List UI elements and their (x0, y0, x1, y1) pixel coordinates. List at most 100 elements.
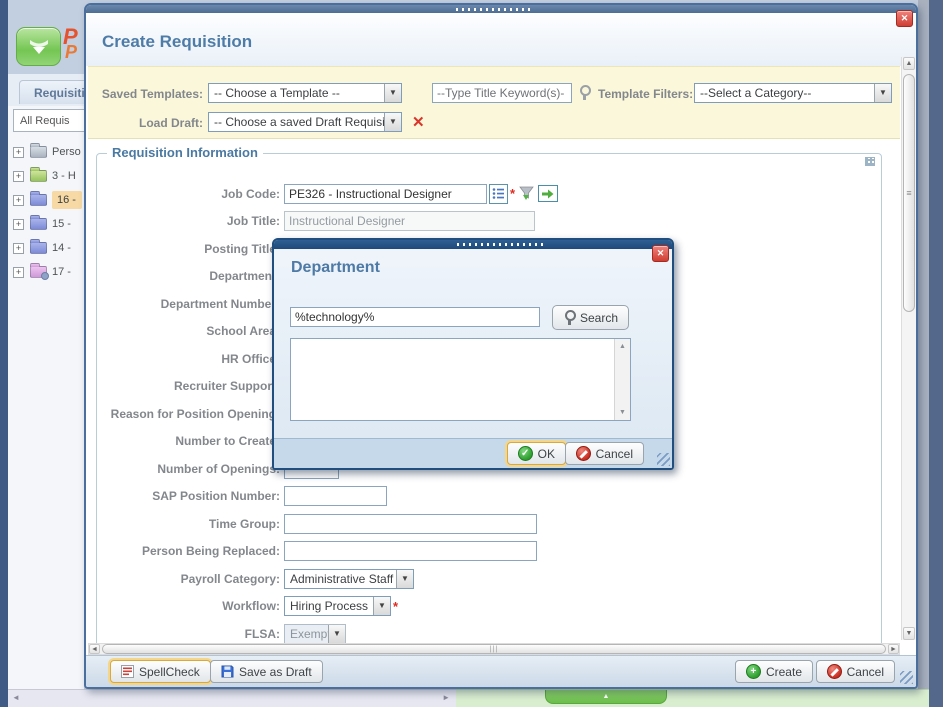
transfer-arrow-icon[interactable] (538, 185, 558, 202)
create-button[interactable]: + Create (735, 660, 813, 683)
form-vertical-scrollbar[interactable]: ▲ ▼ ≡ (901, 57, 916, 640)
page-horizontal-scrollbar[interactable]: ◄ ► (8, 689, 456, 707)
horizontal-scroll-thumb[interactable]: ||| (102, 644, 886, 654)
requisition-filter-select[interactable]: All Requis (13, 109, 84, 132)
field-label: Job Title: (97, 214, 280, 228)
expand-icon[interactable]: + (13, 267, 24, 278)
ok-button[interactable]: ✓ OK (507, 442, 566, 465)
title-keyword-input[interactable] (432, 83, 572, 103)
workflow-select[interactable]: Hiring Process ▼ (284, 596, 391, 616)
dropdown-button[interactable]: ▼ (373, 597, 390, 615)
tree-item-16-selected[interactable]: + 16 - (8, 188, 84, 212)
scroll-down-button[interactable]: ▼ (903, 627, 915, 640)
tab-requisitions[interactable]: Requisiti (19, 80, 84, 104)
field-label: Payroll Category: (97, 572, 280, 586)
dropdown-button[interactable]: ▼ (384, 113, 401, 131)
bottom-panel-strip: ▲ (456, 689, 929, 707)
tree-item-3[interactable]: + 3 - H (8, 164, 84, 188)
load-draft-select[interactable]: -- Choose a saved Draft Requisi ▼ (208, 112, 402, 132)
thumb-grip: ≡ (906, 188, 911, 198)
resize-handle[interactable] (900, 671, 913, 684)
button-label: Search (580, 311, 618, 325)
button-label: SpellCheck (139, 665, 200, 679)
dropdown-button[interactable]: ▼ (396, 570, 413, 588)
brand-logo-fragment: P P (63, 24, 84, 68)
left-arrow-icon: ◄ (91, 646, 98, 653)
spellcheck-icon (121, 665, 134, 678)
form-row-time-group: Time Group: (97, 510, 881, 538)
collapse-panel-button[interactable] (16, 27, 61, 66)
department-results-listbox[interactable]: ▲ ▼ (290, 338, 631, 421)
job-code-input[interactable] (284, 184, 487, 204)
resize-handle[interactable] (657, 453, 670, 466)
tree-item-14[interactable]: + 14 - (8, 236, 84, 260)
scroll-left-icon[interactable]: ◄ (12, 693, 20, 702)
job-title-input (284, 211, 535, 231)
save-as-draft-button[interactable]: Save as Draft (210, 660, 323, 683)
tree-item-15[interactable]: + 15 - (8, 212, 84, 236)
payroll-category-select[interactable]: Administrative Staff ▼ (284, 569, 414, 589)
logo-letter: P (65, 42, 77, 63)
scroll-right-button[interactable]: ► (888, 644, 899, 654)
dropdown-arrow-icon: ▼ (333, 630, 341, 638)
department-dialog: ✕ Department Search ▲ ▼ ✓ OK Cancel (272, 238, 674, 470)
search-icon[interactable] (578, 85, 590, 100)
cancel-button[interactable]: Cancel (816, 660, 895, 683)
scroll-left-button[interactable]: ◄ (89, 644, 100, 654)
button-label: Cancel (847, 665, 884, 679)
dialog-title-bar[interactable] (274, 240, 672, 249)
dialog-header: Create Requisition (86, 13, 916, 66)
form-row-person-being-replaced: Person Being Replaced: (97, 538, 881, 566)
department-cancel-button[interactable]: Cancel (565, 442, 644, 465)
scroll-right-icon[interactable]: ► (442, 693, 450, 702)
cancel-icon (827, 664, 842, 679)
expand-icon[interactable]: + (13, 195, 24, 206)
gear-icon (41, 272, 49, 280)
fieldset-grid-icon (865, 157, 875, 166)
field-label: Department Number: (97, 297, 280, 311)
expand-icon[interactable]: + (13, 243, 24, 254)
clear-draft-icon[interactable]: ✕ (412, 113, 425, 131)
listbox-scrollbar[interactable]: ▲ ▼ (614, 339, 630, 420)
job-code-lookup-button[interactable] (489, 184, 508, 204)
scroll-up-button[interactable]: ▲ (616, 340, 629, 353)
spellcheck-button[interactable]: SpellCheck (110, 660, 211, 683)
dropdown-button[interactable]: ▼ (874, 84, 891, 102)
filter-value: All Requis (20, 115, 70, 127)
expand-icon[interactable]: + (13, 171, 24, 182)
background-column (918, 0, 929, 707)
expand-bottom-panel-tab[interactable]: ▲ (545, 690, 667, 704)
dropdown-button[interactable]: ▼ (384, 84, 401, 102)
tree-item-personal[interactable]: + Perso (8, 140, 84, 164)
department-search-button[interactable]: Search (552, 305, 629, 330)
field-label: FLSA: (97, 627, 280, 641)
required-marker: * (510, 186, 515, 201)
close-department-dialog-button[interactable]: ✕ (652, 245, 669, 262)
template-filters-select[interactable]: --Select a Category-- ▼ (694, 83, 892, 103)
folder-icon (30, 242, 47, 254)
vertical-scroll-thumb[interactable]: ≡ (903, 74, 915, 312)
up-arrow-icon: ▲ (603, 693, 610, 700)
saved-templates-select[interactable]: -- Choose a Template -- ▼ (208, 83, 402, 103)
department-search-input[interactable] (290, 307, 540, 327)
scroll-down-button[interactable]: ▼ (616, 406, 629, 419)
save-icon (221, 665, 234, 678)
expand-icon[interactable]: + (13, 147, 24, 158)
tree-item-17[interactable]: + 17 - (8, 260, 84, 284)
dialog-title: Create Requisition (102, 32, 252, 52)
expand-icon[interactable]: + (13, 219, 24, 230)
dropdown-arrow-icon: ▼ (401, 575, 409, 583)
scroll-up-button[interactable]: ▲ (903, 57, 915, 70)
form-horizontal-scrollbar[interactable]: ◄ ► ||| (88, 643, 900, 655)
time-group-input[interactable] (284, 514, 537, 534)
field-label: Person Being Replaced: (97, 544, 280, 558)
screen: P P Requisiti All Requis + Perso + 3 - H… (0, 0, 943, 707)
close-dialog-button[interactable]: ✕ (896, 10, 913, 27)
folder-icon (30, 146, 47, 158)
up-arrow-icon: ▲ (906, 60, 913, 67)
dropdown-arrow-icon: ▼ (378, 602, 386, 610)
person-being-replaced-input[interactable] (284, 541, 537, 561)
sap-position-number-input[interactable] (284, 486, 387, 506)
dialog-title-bar[interactable] (86, 5, 916, 13)
filter-funnel-icon[interactable] (518, 185, 535, 202)
